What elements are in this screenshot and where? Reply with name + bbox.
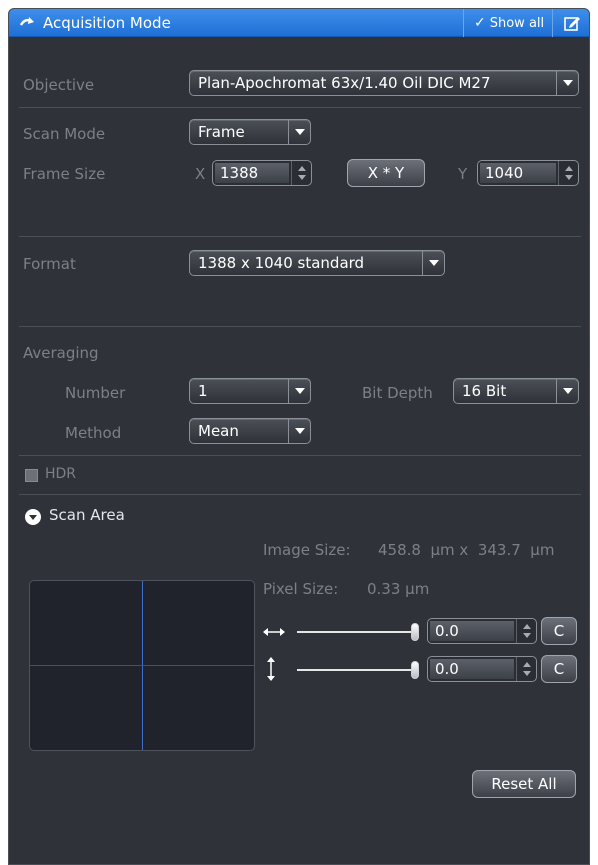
curved-arrow-icon[interactable]: [19, 15, 37, 31]
chevron-down-icon: [288, 419, 310, 443]
image-size-value: 458.8 µm x 343.7 µm: [378, 541, 555, 559]
chevron-down-icon: [422, 251, 444, 275]
bit-depth-label: Bit Depth: [362, 384, 433, 402]
frame-size-label: Frame Size: [23, 165, 106, 183]
panel-title: Acquisition Mode: [43, 14, 171, 32]
horizontal-offset-icon: [263, 628, 285, 636]
scan-mode-select[interactable]: Frame: [189, 119, 311, 145]
frame-size-x-label: X: [195, 165, 206, 183]
hdr-checkbox[interactable]: [25, 469, 38, 482]
objective-select[interactable]: Plan-Apochromat 63x/1.40 Oil DIC M27: [189, 70, 579, 96]
objective-label: Objective: [23, 76, 95, 94]
stepper-arrows-icon[interactable]: [558, 161, 578, 185]
scan-mode-label: Scan Mode: [23, 125, 106, 143]
collapse-toggle-icon[interactable]: [25, 509, 41, 525]
averaging-method-value: Mean: [198, 422, 239, 440]
divider: [19, 455, 581, 456]
divider: [19, 107, 581, 108]
number-label: Number: [65, 384, 126, 402]
show-all-toggle[interactable]: ✓ Show all: [463, 9, 553, 37]
acquisition-mode-panel: Acquisition Mode ✓ Show all Objective Pla…: [8, 8, 590, 865]
divider: [19, 326, 581, 327]
scan-area-preview[interactable]: [29, 580, 255, 751]
method-label: Method: [65, 424, 122, 442]
panel-titlebar[interactable]: Acquisition Mode ✓ Show all: [9, 9, 589, 37]
pixel-size-label: Pixel Size:: [263, 580, 339, 598]
format-value: 1388 x 1040 standard: [198, 254, 365, 272]
stepper-arrows-icon[interactable]: [291, 161, 311, 185]
format-select[interactable]: 1388 x 1040 standard: [189, 250, 445, 276]
offset-y-slider-track[interactable]: [297, 669, 417, 671]
checkmark-icon: ✓: [474, 15, 486, 31]
chevron-down-icon: [556, 379, 578, 403]
format-label: Format: [23, 255, 76, 273]
chevron-down-icon: [288, 379, 310, 403]
divider: [19, 236, 581, 237]
averaging-number-select[interactable]: 1: [189, 378, 311, 404]
averaging-method-select[interactable]: Mean: [189, 418, 311, 444]
offset-x-slider-track[interactable]: [297, 631, 417, 633]
offset-x-stepper[interactable]: 0.0: [427, 618, 537, 644]
frame-size-y-value[interactable]: 1040: [480, 163, 556, 183]
divider: [19, 494, 581, 495]
bit-depth-select[interactable]: 16 Bit: [453, 378, 579, 404]
frame-size-x-value[interactable]: 1388: [215, 163, 289, 183]
offset-y-slider-thumb[interactable]: [411, 661, 419, 679]
averaging-number-value: 1: [198, 382, 208, 400]
swap-xy-button[interactable]: X * Y: [347, 159, 425, 187]
scan-mode-value: Frame: [198, 123, 245, 141]
averaging-label: Averaging: [23, 344, 99, 362]
center-y-button[interactable]: C: [541, 655, 577, 683]
crosshair-horizontal: [30, 665, 254, 666]
stepper-arrows-icon[interactable]: [516, 657, 536, 681]
offset-y-stepper[interactable]: 0.0: [427, 656, 537, 682]
image-size-label: Image Size:: [263, 541, 351, 559]
vertical-offset-icon: [267, 657, 275, 681]
frame-size-y-label: Y: [458, 165, 468, 183]
stepper-arrows-icon[interactable]: [516, 619, 536, 643]
pixel-size-value: 0.33 µm: [367, 580, 430, 598]
center-x-button[interactable]: C: [541, 617, 577, 645]
scan-area-title[interactable]: Scan Area: [49, 506, 125, 524]
offset-x-slider-thumb[interactable]: [411, 623, 419, 641]
edit-icon[interactable]: [563, 14, 581, 32]
reset-all-button[interactable]: Reset All: [472, 770, 576, 798]
frame-size-y-stepper[interactable]: 1040: [477, 160, 579, 186]
chevron-down-icon: [288, 120, 310, 144]
frame-size-x-stepper[interactable]: 1388: [212, 160, 312, 186]
hdr-label: HDR: [45, 466, 77, 482]
objective-value: Plan-Apochromat 63x/1.40 Oil DIC M27: [198, 74, 491, 92]
offset-y-value[interactable]: 0.0: [430, 659, 514, 679]
show-all-label: Show all: [489, 16, 545, 31]
chevron-down-icon: [556, 71, 578, 95]
offset-x-value[interactable]: 0.0: [430, 621, 514, 641]
bit-depth-value: 16 Bit: [462, 382, 507, 400]
